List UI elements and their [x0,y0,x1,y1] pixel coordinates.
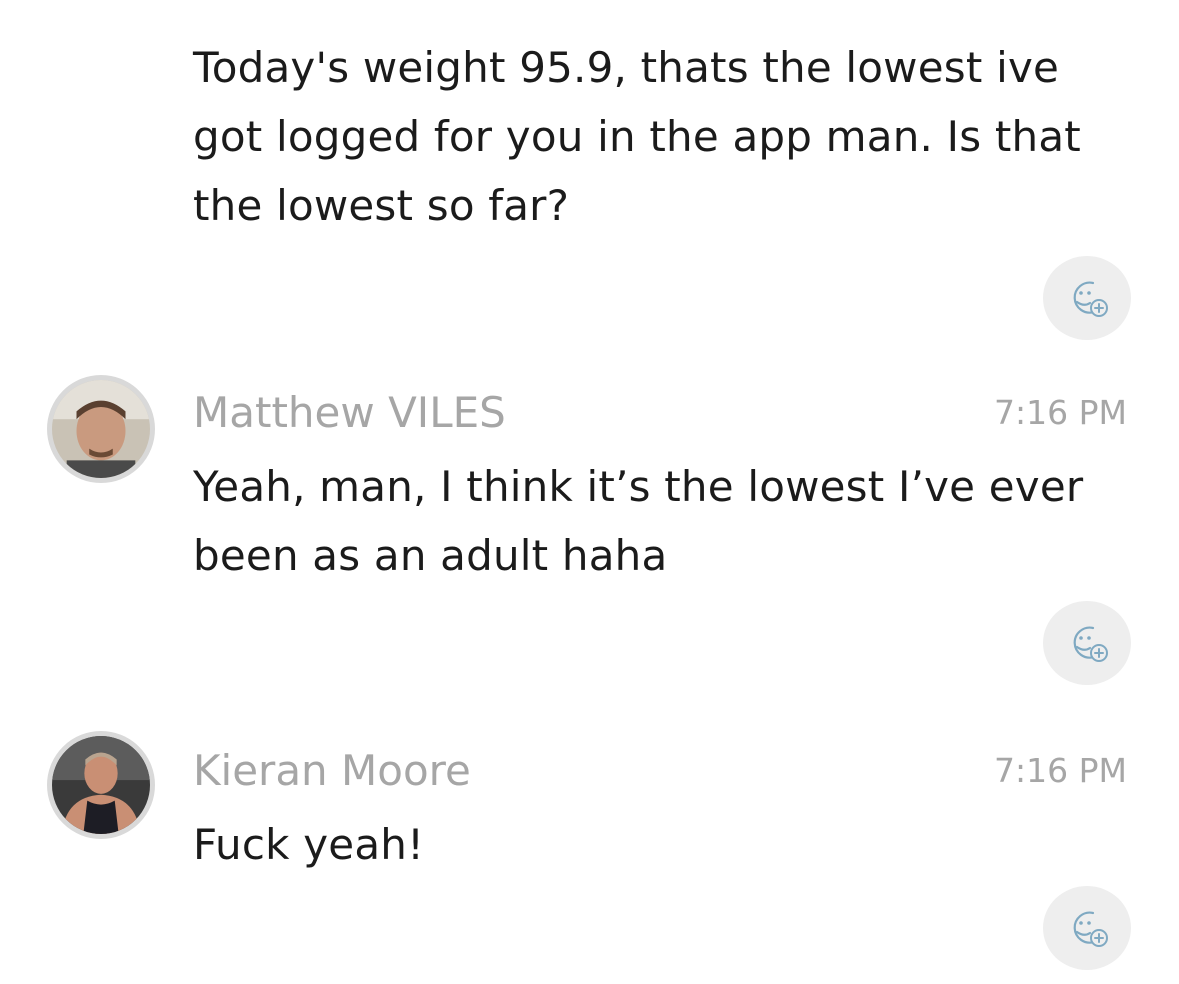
message-text: Yeah, man, I think it’s the lowest I’ve … [193,462,1084,580]
sender-name: Matthew VILES [193,388,506,437]
avatar-photo [52,736,150,834]
avatar[interactable] [47,731,155,839]
message-thread: Today's weight 95.9, thats the lowest iv… [0,0,1179,984]
avatar-photo [52,380,150,478]
message-text: Today's weight 95.9, thats the lowest iv… [193,43,1081,230]
sender-name: Kieran Moore [193,746,471,795]
add-reaction-icon [1073,626,1108,662]
add-reaction-button[interactable] [1043,601,1131,685]
add-reaction-icon [1073,281,1108,317]
add-reaction-icon [1073,911,1108,947]
message-timestamp: 7:16 PM [994,393,1127,432]
add-reaction-button[interactable] [1043,886,1131,970]
avatar[interactable] [47,375,155,483]
add-reaction-button[interactable] [1043,256,1131,340]
message-text: Fuck yeah! [193,820,425,869]
message-timestamp: 7:16 PM [994,751,1127,790]
